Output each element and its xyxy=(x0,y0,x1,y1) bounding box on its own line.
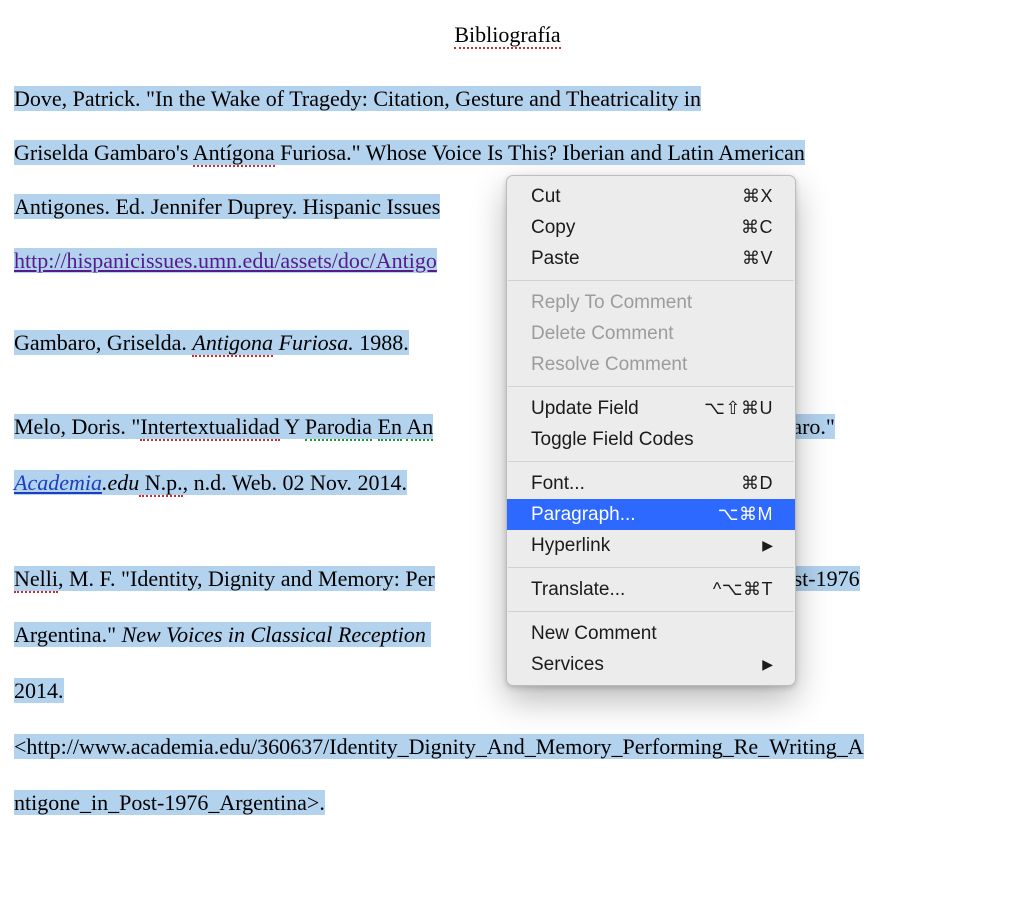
label: Cut xyxy=(531,186,561,208)
label: Copy xyxy=(531,217,575,239)
submenu-arrow-icon: ▶ xyxy=(762,656,773,673)
menu-delete-comment: Delete Comment xyxy=(507,318,795,349)
menu-separator xyxy=(508,280,794,281)
text[interactable]: N.p. xyxy=(139,470,182,497)
text[interactable]: Gambaro, Griselda. xyxy=(14,330,192,355)
text[interactable]: <http://www.academia.edu/360637/Identity… xyxy=(14,734,864,759)
menu-update-field[interactable]: Update Field ⌥⇧⌘U xyxy=(507,393,795,424)
label: Services xyxy=(531,654,604,676)
label: Toggle Field Codes xyxy=(531,429,694,451)
menu-font[interactable]: Font... ⌘D xyxy=(507,468,795,499)
label: Delete Comment xyxy=(531,323,674,345)
shortcut: ⌘X xyxy=(742,186,773,207)
label: Paragraph... xyxy=(531,504,636,526)
text[interactable]: Melo, Doris. " xyxy=(14,414,140,439)
shortcut: ⌘D xyxy=(741,473,773,494)
menu-toggle-field-codes[interactable]: Toggle Field Codes xyxy=(507,424,795,455)
title-text: Bibliografía xyxy=(454,22,560,49)
label: Hyperlink xyxy=(531,535,610,557)
text[interactable]: ntigone_in_Post-1976_Argentina>. xyxy=(14,790,325,815)
text[interactable]: , M. F. "Identity, Dignity and Memory: P… xyxy=(58,566,435,591)
label: New Comment xyxy=(531,623,657,645)
text[interactable] xyxy=(372,414,378,439)
menu-translate[interactable]: Translate... ^⌥⌘T xyxy=(507,574,795,605)
text[interactable]: Antígona xyxy=(193,140,275,167)
text[interactable]: 2014. xyxy=(14,678,64,703)
menu-reply-comment: Reply To Comment xyxy=(507,287,795,318)
menu-resolve-comment: Resolve Comment xyxy=(507,349,795,380)
shortcut: ⌥⌘M xyxy=(718,504,773,525)
text[interactable]: 1988. xyxy=(354,330,409,355)
text[interactable]: Dove, Patrick. "In the Wake of Tragedy: … xyxy=(14,86,701,111)
submenu-arrow-icon: ▶ xyxy=(762,537,773,554)
menu-separator xyxy=(508,567,794,568)
label: Reply To Comment xyxy=(531,292,692,314)
text[interactable]: Parodia xyxy=(305,414,372,441)
text[interactable]: Furiosa. xyxy=(273,330,354,355)
text[interactable]: .edu xyxy=(102,470,139,495)
menu-separator xyxy=(508,386,794,387)
menu-separator xyxy=(508,461,794,462)
menu-separator xyxy=(508,611,794,612)
text[interactable]: Argentina." xyxy=(14,622,122,647)
shortcut: ⌘V xyxy=(742,248,773,269)
text[interactable]: Y xyxy=(280,414,305,439)
context-menu: Cut ⌘X Copy ⌘C Paste ⌘V Reply To Comment… xyxy=(506,175,796,686)
text[interactable]: Griselda Gambaro's xyxy=(14,140,193,165)
label: Translate... xyxy=(531,579,625,601)
text[interactable]: Furiosa." Whose Voice Is This? Iberian a… xyxy=(275,140,805,165)
menu-cut[interactable]: Cut ⌘X xyxy=(507,181,795,212)
menu-paste[interactable]: Paste ⌘V xyxy=(507,243,795,274)
shortcut: ⌥⇧⌘U xyxy=(704,398,773,419)
menu-paragraph[interactable]: Paragraph... ⌥⌘M xyxy=(507,499,795,530)
menu-new-comment[interactable]: New Comment xyxy=(507,618,795,649)
menu-services[interactable]: Services ▶ xyxy=(507,649,795,680)
text[interactable]: , n.d. Web. 02 Nov. 2014. xyxy=(183,470,407,495)
label: Update Field xyxy=(531,398,639,420)
text[interactable]: An xyxy=(406,414,433,441)
shortcut: ⌘C xyxy=(741,217,773,238)
text[interactable]: En xyxy=(378,414,402,441)
label: Resolve Comment xyxy=(531,354,687,376)
text[interactable]: Antigona xyxy=(192,330,273,357)
text[interactable]: Intertextualidad xyxy=(140,414,279,441)
hyperlink-text[interactable]: Academia xyxy=(14,470,102,495)
text[interactable]: New Voices in Classical Reception xyxy=(122,622,432,647)
hyperlink-text[interactable]: http://hispanicissues.umn.edu/assets/doc… xyxy=(14,248,437,273)
page-title: Bibliografía xyxy=(14,20,1001,50)
shortcut: ^⌥⌘T xyxy=(713,579,773,600)
label: Paste xyxy=(531,248,580,270)
menu-copy[interactable]: Copy ⌘C xyxy=(507,212,795,243)
text[interactable]: Nelli xyxy=(14,566,58,593)
text[interactable]: Antigones. Ed. Jennifer Duprey. Hispanic… xyxy=(14,194,440,219)
menu-hyperlink[interactable]: Hyperlink ▶ xyxy=(507,530,795,561)
label: Font... xyxy=(531,473,585,495)
